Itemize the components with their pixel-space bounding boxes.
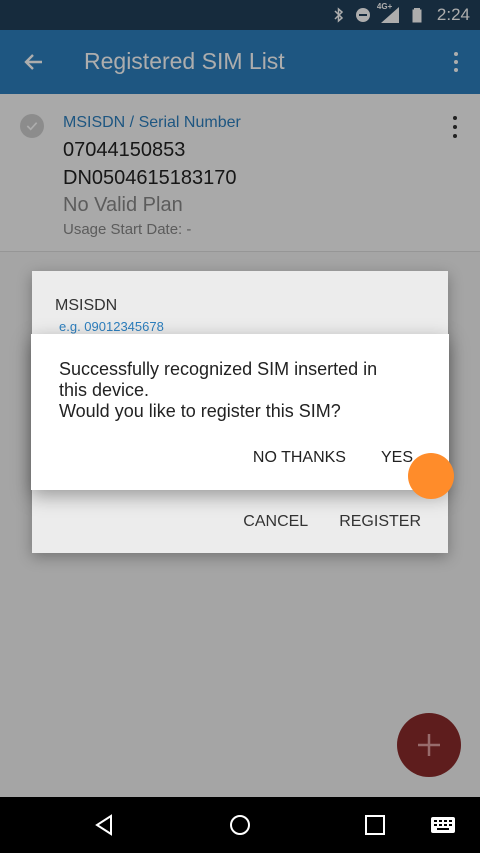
home-nav-icon[interactable]: [228, 813, 252, 837]
keyboard-icon[interactable]: [430, 813, 456, 837]
msisdn-input[interactable]: e.g. 09012345678: [59, 319, 164, 334]
cancel-button[interactable]: CANCEL: [243, 513, 308, 531]
register-button[interactable]: REGISTER: [339, 513, 421, 531]
touch-indicator: [408, 453, 454, 499]
register-confirm-dialog: Successfully recognized SIM inserted in …: [31, 334, 449, 490]
screen: 4G+ 2:24 Registered SIM List MSISDN / Se…: [0, 0, 480, 853]
confirm-message-line-2: this device.: [59, 380, 150, 400]
register-dialog-actions: CANCEL REGISTER: [243, 513, 421, 531]
no-thanks-button[interactable]: NO THANKS: [253, 449, 346, 467]
confirm-message: Successfully recognized SIM inserted in …: [59, 359, 419, 422]
nav-bar: [0, 797, 480, 853]
confirm-message-line-1: Successfully recognized SIM inserted in: [59, 359, 378, 379]
confirm-message-line-3: Would you like to register this SIM?: [59, 401, 341, 421]
back-nav-icon[interactable]: [92, 813, 116, 837]
msisdn-field-label: MSISDN: [55, 297, 118, 314]
recents-nav-icon[interactable]: [363, 813, 387, 837]
yes-button[interactable]: YES: [381, 449, 413, 467]
confirm-dialog-actions: NO THANKS YES: [253, 449, 413, 467]
